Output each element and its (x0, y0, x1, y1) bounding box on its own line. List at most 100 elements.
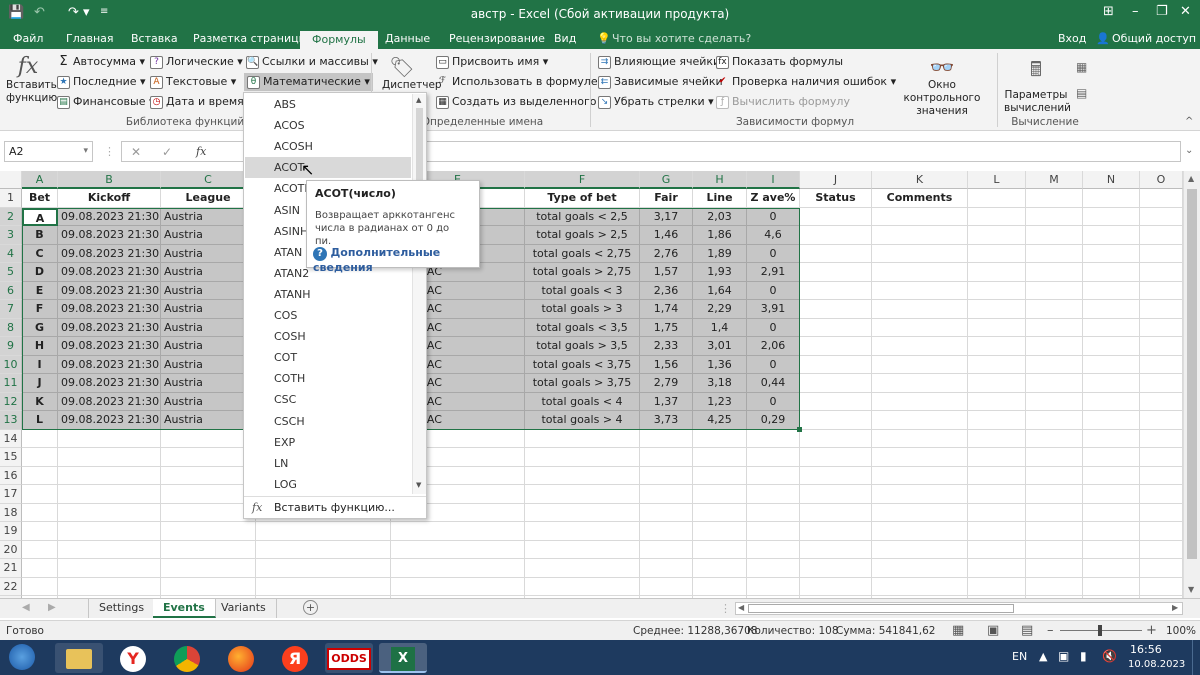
table-cell[interactable] (525, 466, 640, 485)
row-header[interactable]: 17 (0, 485, 22, 504)
normal-view-icon[interactable]: ▦ (952, 623, 964, 638)
header-cell[interactable] (1140, 189, 1183, 208)
table-cell[interactable] (872, 577, 968, 596)
row-header[interactable]: 1 (0, 189, 22, 208)
table-cell[interactable] (872, 559, 968, 578)
table-cell[interactable] (1083, 226, 1140, 245)
header-cell[interactable]: Bet (22, 189, 58, 208)
table-cell[interactable] (58, 466, 161, 485)
row-header[interactable]: 4 (0, 244, 22, 263)
zoom-out-icon[interactable]: – (1047, 623, 1054, 638)
financial-button[interactable]: ▤Финансовые ▾ (57, 93, 155, 111)
function-item-cosh[interactable]: COSH (245, 326, 411, 347)
tab-formulas[interactable]: Формулы (300, 30, 378, 49)
expand-formula-bar-icon[interactable]: ⌄ (1185, 145, 1193, 156)
volume-muted-icon[interactable]: 🔇 (1102, 649, 1117, 663)
header-cell[interactable]: Line (693, 189, 747, 208)
table-cell[interactable] (693, 522, 747, 541)
dropdown-scroll-up-icon[interactable]: ▲ (416, 96, 421, 104)
column-header-c[interactable]: C (161, 171, 256, 189)
sheet-tab-variants[interactable]: Variants (211, 599, 277, 618)
sheet-tab-settings[interactable]: Settings (88, 599, 156, 618)
table-cell[interactable] (1083, 429, 1140, 448)
function-item-abs[interactable]: ABS (245, 94, 411, 115)
sheet-tab-events[interactable]: Events (153, 599, 216, 618)
trace-dependents-button[interactable]: ⇇ Зависимые ячейки (598, 73, 723, 91)
table-cell[interactable] (1083, 392, 1140, 411)
table-cell[interactable] (1026, 226, 1083, 245)
table-cell[interactable] (1140, 540, 1183, 559)
table-cell[interactable] (1026, 577, 1083, 596)
table-cell[interactable] (800, 263, 872, 282)
header-cell[interactable]: Type of bet (525, 189, 640, 208)
table-cell[interactable] (161, 429, 256, 448)
table-cell[interactable] (525, 559, 640, 578)
table-cell[interactable] (872, 429, 968, 448)
table-cell[interactable] (1083, 244, 1140, 263)
table-cell[interactable] (161, 448, 256, 467)
collapse-ribbon-icon[interactable]: ^ (1185, 116, 1193, 127)
table-cell[interactable] (693, 540, 747, 559)
vertical-scroll-thumb[interactable] (1187, 189, 1197, 559)
logical-button[interactable]: ? Логические ▾ (150, 53, 243, 71)
table-cell[interactable] (872, 374, 968, 393)
header-cell[interactable]: Status (800, 189, 872, 208)
select-all-corner[interactable] (0, 171, 22, 189)
table-cell[interactable] (872, 411, 968, 430)
table-cell[interactable] (1083, 318, 1140, 337)
share-button[interactable]: Общий доступ (1112, 30, 1196, 49)
text-button[interactable]: A Текстовые ▾ (150, 73, 236, 91)
table-cell[interactable] (1083, 559, 1140, 578)
prev-sheet-icon[interactable]: ◀ (22, 602, 30, 613)
header-cell[interactable]: Comments (872, 189, 968, 208)
more-info-link[interactable]: ? Дополнительные сведения (313, 246, 479, 274)
calc-options-button[interactable]: 🖩 Параметры вычислений (1004, 55, 1071, 115)
table-cell[interactable] (747, 540, 800, 559)
table-cell[interactable] (1026, 207, 1083, 226)
table-cell[interactable] (1026, 540, 1083, 559)
table-cell[interactable] (161, 559, 256, 578)
table-cell[interactable] (1083, 337, 1140, 356)
column-header-g[interactable]: G (640, 171, 693, 189)
table-cell[interactable] (800, 207, 872, 226)
table-cell[interactable] (800, 318, 872, 337)
scroll-left-icon[interactable]: ◀ (738, 603, 744, 612)
function-item-csc[interactable]: CSC (245, 389, 411, 410)
table-cell[interactable] (800, 226, 872, 245)
table-cell[interactable] (1140, 207, 1183, 226)
table-cell[interactable] (800, 577, 872, 596)
row-header[interactable]: 8 (0, 318, 22, 337)
error-checking-button[interactable]: ✔ Проверка наличия ошибок ▾ (716, 73, 896, 91)
table-cell[interactable] (968, 559, 1026, 578)
function-item-acosh[interactable]: ACOSH (245, 136, 411, 157)
table-cell[interactable] (1026, 374, 1083, 393)
table-cell[interactable] (1140, 337, 1183, 356)
table-cell[interactable] (968, 540, 1026, 559)
page-break-view-icon[interactable]: ▤ (1021, 623, 1033, 638)
table-cell[interactable] (968, 411, 1026, 430)
table-cell[interactable] (1140, 226, 1183, 245)
table-cell[interactable] (1083, 485, 1140, 504)
tray-app-icon[interactable]: ▣ (1058, 649, 1069, 663)
table-cell[interactable] (1140, 503, 1183, 522)
page-layout-view-icon[interactable]: ▣ (987, 623, 999, 638)
enter-icon[interactable]: ✓ (162, 145, 172, 159)
table-cell[interactable] (872, 207, 968, 226)
clock-date[interactable]: 10.08.2023 (1128, 659, 1185, 670)
table-cell[interactable] (968, 263, 1026, 282)
table-cell[interactable] (747, 448, 800, 467)
table-cell[interactable] (161, 485, 256, 504)
header-cell[interactable] (1083, 189, 1140, 208)
table-cell[interactable] (968, 448, 1026, 467)
table-cell[interactable] (693, 577, 747, 596)
table-cell[interactable] (1026, 448, 1083, 467)
close-button[interactable]: ✕ (1180, 4, 1191, 19)
function-item-cos[interactable]: COS (245, 305, 411, 326)
table-cell[interactable] (1083, 411, 1140, 430)
table-cell[interactable] (525, 577, 640, 596)
show-desktop-button[interactable] (1192, 640, 1200, 675)
function-item-acot[interactable]: ACOT (245, 157, 411, 179)
tray-expand-icon[interactable]: ▲ (1039, 650, 1047, 663)
table-cell[interactable] (1140, 522, 1183, 541)
table-cell[interactable] (747, 522, 800, 541)
